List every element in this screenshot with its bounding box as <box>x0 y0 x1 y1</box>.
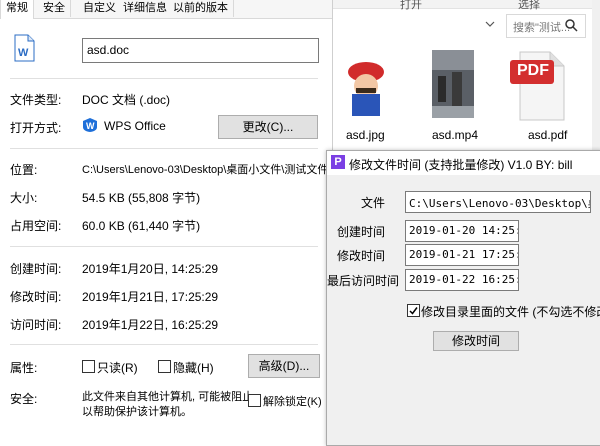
created-time-input[interactable]: 2019-01-20 14:25:29 <box>405 220 519 242</box>
file-path-input[interactable]: C:\Users\Lenovo-03\Desktop\桌面小文件 <box>405 191 591 213</box>
title-bar[interactable]: P 修改文件时间 (支持批量修改) V1.0 BY: bill <box>327 151 600 175</box>
disk-size-value: 60.0 KB (61,440 字节) <box>82 219 201 233</box>
accessed-time-value: 2019-01-22 16:25:29 <box>409 273 518 286</box>
created-time-value: 2019-01-20 14:25:29 <box>409 224 518 237</box>
svg-text:W: W <box>18 47 29 59</box>
created-label: 创建时间: <box>10 262 62 276</box>
tab-previous-versions[interactable]: 以前的版本 <box>168 0 234 17</box>
divider <box>10 246 318 247</box>
modified-time-value: 2019-01-21 17:25:29 <box>409 248 518 261</box>
subdir-checkbox[interactable] <box>407 304 420 317</box>
unblock-label[interactable]: 解除锁定(K) <box>263 393 322 409</box>
security-label: 安全: <box>10 392 38 406</box>
svg-text:W: W <box>86 121 95 131</box>
properties-dialog: 常规 安全 自定义 详细信息 以前的版本 W asd.doc 文件类型: DOC… <box>0 0 333 444</box>
pdf-badge: PDF <box>517 62 549 79</box>
accessed-time-input[interactable]: 2019-01-22 16:25:29 <box>405 269 519 291</box>
app-icon: P <box>331 155 345 169</box>
window-title: 修改文件时间 (支持批量修改) V1.0 BY: bill <box>349 158 573 172</box>
chevron-down-icon[interactable] <box>485 20 495 28</box>
file-name-mp4[interactable]: asd.mp4 <box>432 128 478 142</box>
readonly-checkbox[interactable] <box>82 360 95 373</box>
open-with-value: WPS Office <box>104 119 166 133</box>
hidden-checkbox[interactable] <box>158 360 171 373</box>
unblock-checkbox[interactable] <box>248 394 261 407</box>
modify-time-button[interactable]: 修改时间 <box>433 331 519 351</box>
explorer-ribbon <box>332 0 600 9</box>
advanced-button[interactable]: 高级(D)... <box>248 354 320 378</box>
created-value: 2019年1月20日, 14:25:29 <box>82 262 219 276</box>
divider <box>10 344 318 345</box>
ribbon-open-group[interactable]: 打开 <box>400 0 422 12</box>
size-label: 大小: <box>10 191 38 205</box>
search-icon[interactable] <box>564 18 578 32</box>
readonly-label[interactable]: 只读(R) <box>97 359 138 376</box>
security-text-line1: 此文件来自其他计算机, 可能被阻止 <box>82 391 254 403</box>
tab-security[interactable]: 安全 <box>38 0 71 17</box>
accessed-value: 2019年1月22日, 16:25:29 <box>82 318 219 332</box>
created-time-label: 创建时间 <box>336 225 385 239</box>
modified-value: 2019年1月21日, 17:25:29 <box>82 290 219 304</box>
file-path-label: 文件 <box>360 196 385 210</box>
filename-value: asd.doc <box>87 43 130 57</box>
file-path-value: C:\Users\Lenovo-03\Desktop\桌面小文件 <box>409 197 590 210</box>
security-text-line2: 以帮助保护该计算机。 <box>82 406 192 418</box>
subdir-label[interactable]: 修改目录里面的文件 (不勾选不修改) <box>421 303 600 320</box>
modified-time-input[interactable]: 2019-01-21 17:25:29 <box>405 244 519 266</box>
attributes-label: 属性: <box>10 361 38 375</box>
tab-general[interactable]: 常规 <box>0 0 34 19</box>
filename-input[interactable]: asd.doc <box>82 38 319 63</box>
video-thumbnail-icon <box>432 50 474 118</box>
change-button[interactable]: 更改(C)... <box>218 115 318 139</box>
tab-custom[interactable]: 自定义 <box>78 0 122 17</box>
size-value: 54.5 KB (55,808 字节) <box>82 191 201 205</box>
checkmark-icon <box>409 307 418 315</box>
tab-details[interactable]: 详细信息 <box>118 0 173 17</box>
divider <box>10 78 318 79</box>
search-placeholder: 搜索"测试... <box>513 22 571 34</box>
open-with-label: 打开方式: <box>10 121 62 135</box>
hidden-label[interactable]: 隐藏(H) <box>173 359 214 376</box>
divider <box>10 148 318 149</box>
file-thumbnail-jpg[interactable] <box>340 50 392 120</box>
location-value: C:\Users\Lenovo-03\Desktop\桌面小文件\测试文件 <box>82 164 329 176</box>
accessed-time-label: 最后访问时间 <box>327 274 400 288</box>
ribbon-select-group[interactable]: 选择 <box>518 0 540 12</box>
pdf-file-icon <box>510 51 565 121</box>
location-label: 位置: <box>10 163 38 177</box>
disk-size-label: 占用空间: <box>10 219 62 233</box>
wps-icon: W <box>83 118 97 132</box>
file-thumbnail-pdf[interactable]: PDF <box>508 50 568 122</box>
cartoon-image-icon <box>344 58 388 118</box>
file-type-label: 文件类型: <box>10 93 62 107</box>
modified-time-label: 修改时间 <box>336 249 385 263</box>
word-document-icon: W <box>14 34 35 62</box>
file-type-value: DOC 文档 (.doc) <box>82 93 171 107</box>
accessed-label: 访问时间: <box>10 318 62 332</box>
file-time-tool-window: P 修改文件时间 (支持批量修改) V1.0 BY: bill 文件 C:\Us… <box>326 150 600 446</box>
modified-label: 修改时间: <box>10 290 62 304</box>
tab-bar: 常规 安全 自定义 详细信息 以前的版本 <box>0 0 332 19</box>
file-thumbnail-mp4[interactable] <box>430 48 476 120</box>
file-name-jpg[interactable]: asd.jpg <box>346 128 385 142</box>
file-name-pdf[interactable]: asd.pdf <box>528 128 567 142</box>
